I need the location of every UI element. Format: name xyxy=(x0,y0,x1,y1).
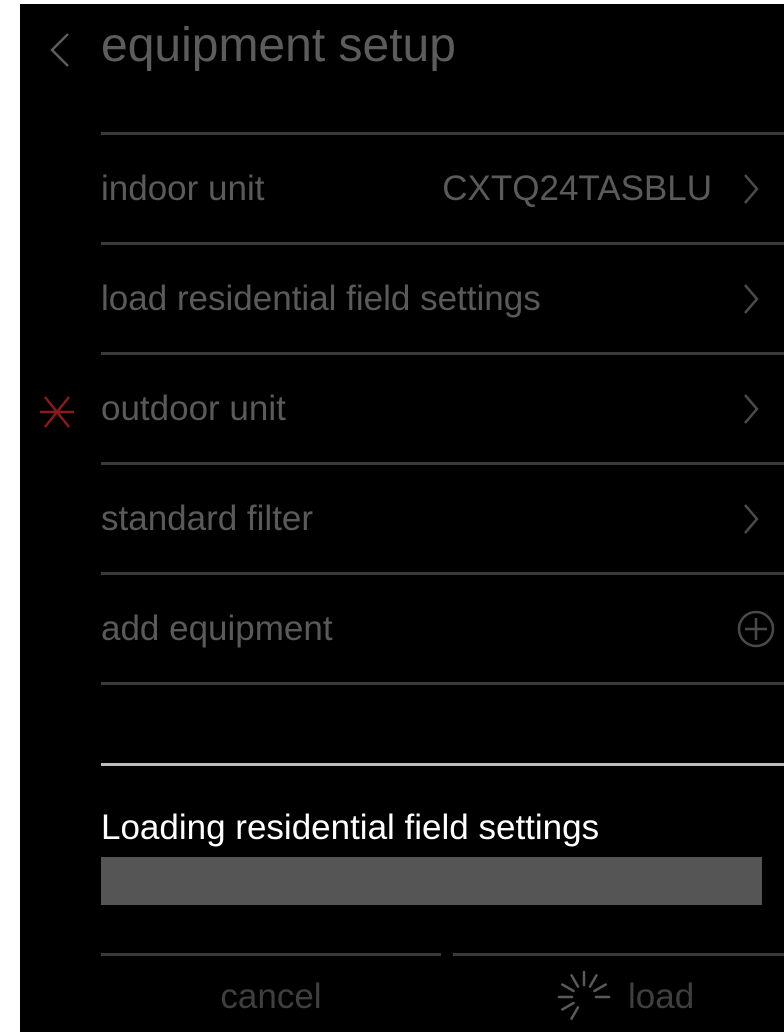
progress-bar xyxy=(101,857,762,905)
row-load-residential-field-settings[interactable]: load residential field settings xyxy=(101,245,784,352)
row-label: add equipment xyxy=(101,609,333,648)
plus-circle-icon[interactable] xyxy=(736,609,776,649)
divider xyxy=(101,682,784,685)
chevron-right-icon xyxy=(744,174,759,204)
row-standard-filter[interactable]: standard filter xyxy=(101,465,784,572)
row-label: standard filter xyxy=(101,499,314,538)
page-title: equipment setup xyxy=(101,19,456,72)
row-label: indoor unit xyxy=(101,169,265,208)
loading-message: Loading residential field settings xyxy=(101,808,600,847)
load-button[interactable] xyxy=(453,964,784,1030)
row-indoor-unit[interactable]: indoor unit CXTQ24TASBLU xyxy=(101,135,784,242)
chevron-right-icon xyxy=(744,284,759,314)
load-button-label: load xyxy=(628,977,695,1016)
divider xyxy=(101,953,441,956)
row-add-equipment[interactable]: add equipment xyxy=(101,575,784,682)
asterisk-icon xyxy=(40,396,74,428)
cancel-button[interactable]: cancel xyxy=(101,964,441,1030)
row-value: CXTQ24TASBLU xyxy=(442,169,712,208)
chevron-right-icon xyxy=(744,394,759,424)
row-label: outdoor unit xyxy=(101,389,286,428)
loading-divider xyxy=(101,763,784,766)
equipment-setup-screen: equipment setup indoor unit CXTQ24TASBLU… xyxy=(20,4,784,1032)
chevron-right-icon xyxy=(744,504,759,534)
row-outdoor-unit[interactable]: outdoor unit xyxy=(101,355,784,462)
row-label: load residential field settings xyxy=(101,279,541,318)
chevron-left-icon[interactable] xyxy=(46,30,72,70)
divider xyxy=(453,953,784,956)
